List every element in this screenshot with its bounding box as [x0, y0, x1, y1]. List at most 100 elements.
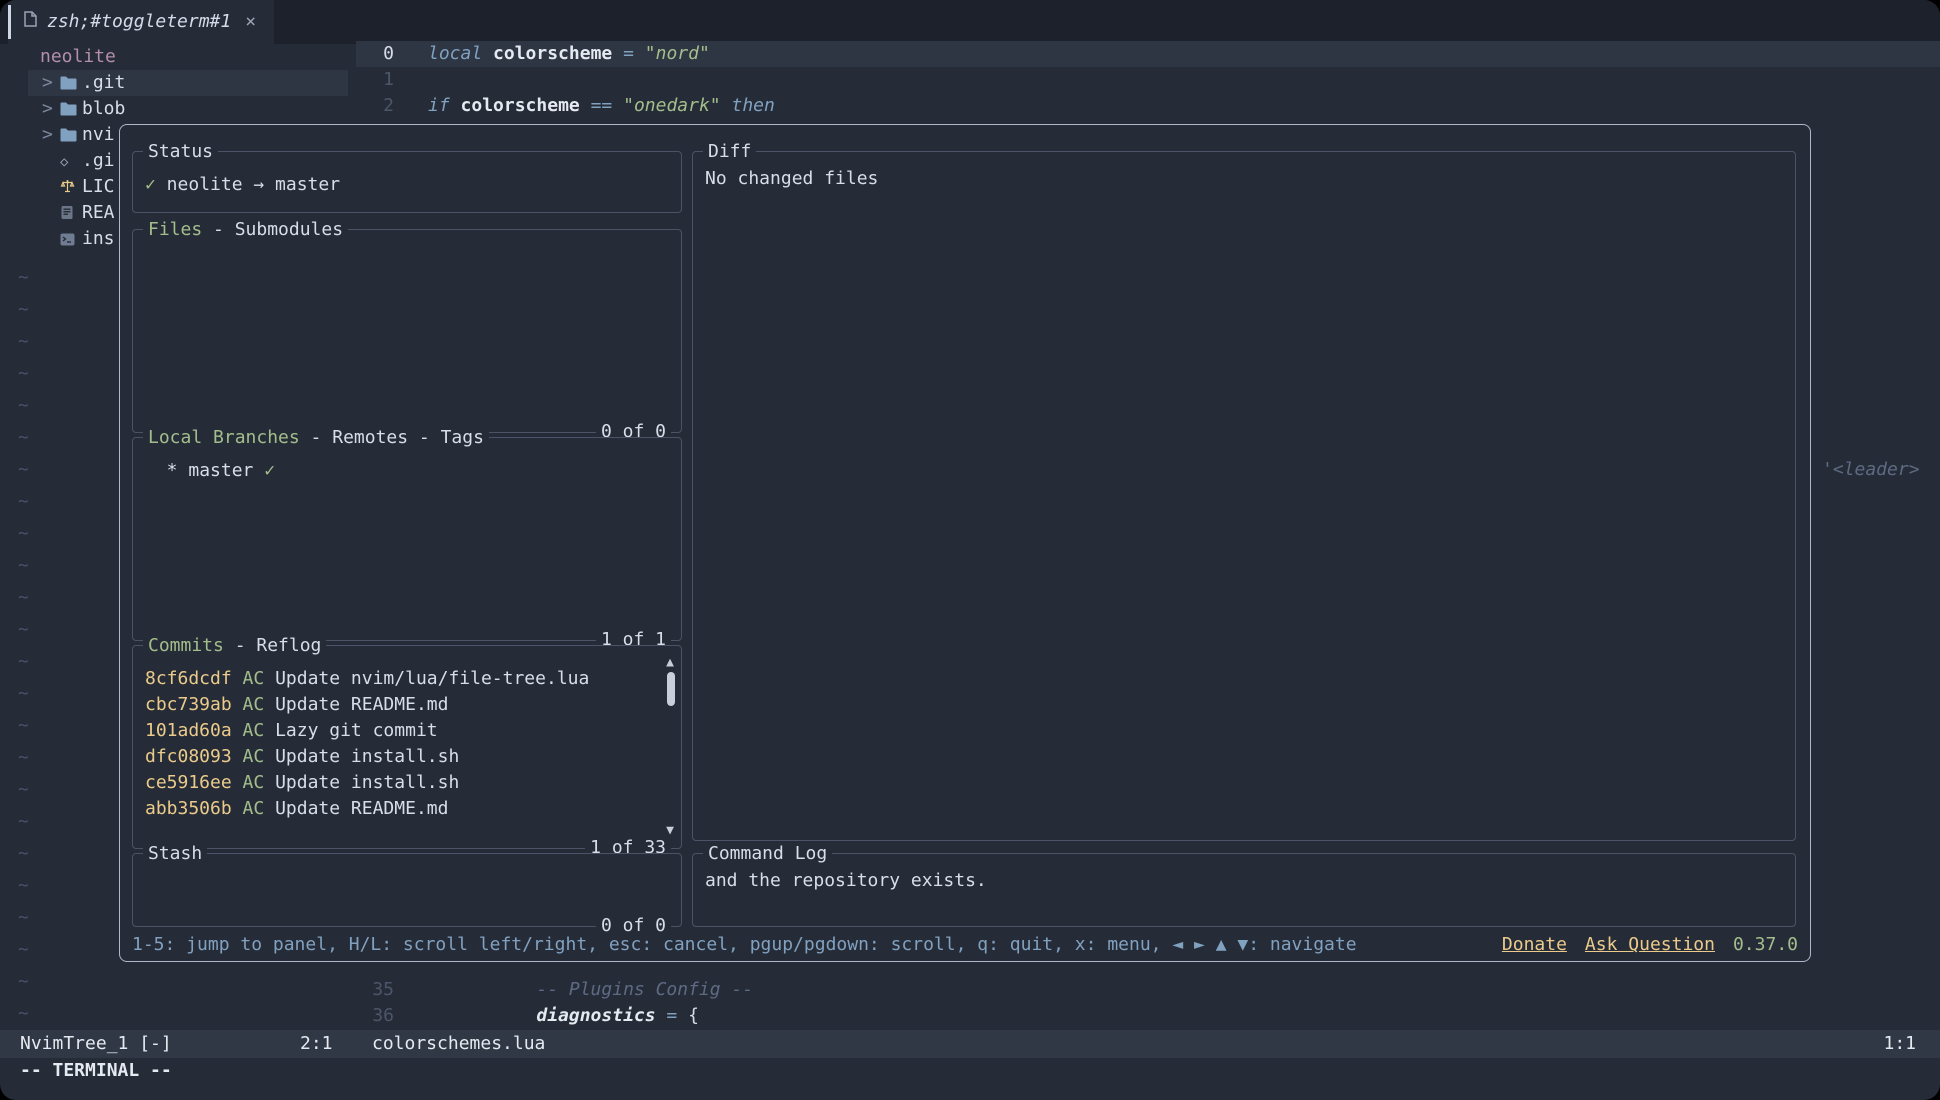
statusline-buffer-name: NvimTree_1 [-]: [20, 1030, 172, 1058]
empty-line-tilde: ~: [18, 582, 29, 614]
commits-panel[interactable]: Commits - Reflog 1 of 33 8cf6dcdf AC Upd…: [132, 645, 682, 849]
status-text: neolite → master: [156, 174, 340, 195]
commit-author: AC: [232, 694, 275, 715]
empty-line-tilde: ~: [18, 902, 29, 934]
ask-question-link[interactable]: Ask Question: [1585, 932, 1715, 958]
commit-author: AC: [232, 772, 275, 793]
editor-bottom-lines: 35 -- Plugins Config --36 diagnostics = …: [362, 977, 1940, 1029]
close-icon[interactable]: ×: [245, 9, 256, 35]
tabline: zsh;#toggleterm#1 ×: [0, 0, 1940, 44]
commit-hash: cbc739ab: [145, 694, 232, 715]
tree-item-blob[interactable]: >blob: [28, 96, 360, 122]
editor-line: 35 -- Plugins Config --: [362, 977, 1940, 1003]
check-icon: ✓: [145, 174, 156, 195]
empty-line-tilde: ~: [18, 806, 29, 838]
tree-item-label: LIC: [82, 174, 115, 200]
empty-line-tilde: ~: [18, 390, 29, 422]
tree-item-label: blob: [82, 96, 125, 122]
stash-panel[interactable]: Stash 0 of 0: [132, 853, 682, 927]
commit-hash: ce5916ee: [145, 772, 232, 793]
status-row: ✓ neolite → master: [145, 172, 655, 198]
commit-hash: 101ad60a: [145, 720, 232, 741]
tab-active-indicator: [8, 5, 11, 39]
commit-message: Lazy git commit: [275, 720, 438, 741]
license-icon: [60, 174, 82, 200]
keybinds-help: 1-5: jump to panel, H/L: scroll left/rig…: [132, 932, 1357, 958]
terminal-tab[interactable]: zsh;#toggleterm#1 ×: [8, 0, 274, 44]
scrollbar-thumb[interactable]: [667, 672, 675, 706]
mode-indicator: -- TERMINAL --: [20, 1058, 172, 1084]
commit-message: Update nvim/lua/file-tree.lua: [275, 668, 589, 689]
chevron-right-icon: >: [42, 70, 60, 96]
commit-message: Update README.md: [275, 798, 448, 819]
readme-icon: [60, 200, 82, 226]
empty-line-tilde: ~: [18, 774, 29, 806]
commit-message: Update install.sh: [275, 746, 459, 767]
tree-item-.git[interactable]: > .git: [28, 70, 348, 96]
empty-line-tilde: ~: [18, 838, 29, 870]
branches-panel[interactable]: Local Branches - Remotes - Tags 1 of 1 *…: [132, 437, 682, 641]
commits-panel-tabs: - Reflog: [224, 635, 322, 656]
commit-row[interactable]: 101ad60a AC Lazy git commit: [145, 718, 655, 744]
diff-panel[interactable]: Diff No changed files: [692, 151, 1796, 841]
commit-hash: 8cf6dcdf: [145, 668, 232, 689]
commit-author: AC: [232, 746, 275, 767]
tree-item-label: nvi: [82, 122, 115, 148]
editor-line: 0local colorscheme = "nord": [362, 41, 1940, 67]
editor-top-lines: 0local colorscheme = "nord"12if colorsch…: [362, 41, 1940, 119]
commit-row[interactable]: cbc739ab AC Update README.md: [145, 692, 655, 718]
command-log-title: Command Log: [708, 843, 827, 864]
stash-panel-title: Stash: [148, 843, 202, 864]
branch-star: *: [145, 460, 188, 481]
commit-author: AC: [232, 798, 275, 819]
empty-line-tilde: ~: [18, 422, 29, 454]
folder-icon: [60, 122, 82, 148]
empty-line-tilde: ~: [18, 678, 29, 710]
empty-line-tilde: ~: [18, 966, 29, 998]
commit-row[interactable]: abb3506b AC Update README.md: [145, 796, 655, 822]
code-text: diagnostics = {: [428, 1003, 699, 1029]
files-panel[interactable]: Files - Submodules 0 of 0: [132, 229, 682, 433]
empty-line-tilde: ~: [18, 710, 29, 742]
code-text: local colorscheme = "nord": [428, 41, 710, 67]
line-number: 36: [362, 1003, 394, 1029]
commit-author: AC: [232, 720, 275, 741]
branches-panel-title: Local Branches: [148, 427, 300, 448]
line-number: 2: [362, 93, 394, 119]
donate-link[interactable]: Donate: [1502, 932, 1567, 958]
empty-line-tilde: ~: [18, 646, 29, 678]
empty-line-tilde: ~: [18, 614, 29, 646]
folder-icon: [60, 96, 82, 122]
empty-line-tilde: ~: [18, 262, 29, 294]
commit-row[interactable]: dfc08093 AC Update install.sh: [145, 744, 655, 770]
scroll-down-icon[interactable]: ▼: [666, 818, 674, 844]
editor-line: 2if colorscheme == "onedark" then: [362, 93, 1940, 119]
files-panel-tabs: - Submodules: [202, 219, 343, 240]
commit-message: Update README.md: [275, 694, 448, 715]
files-panel-title: Files: [148, 219, 202, 240]
commit-author: AC: [232, 668, 275, 689]
branch-name: master: [188, 460, 264, 481]
diamond-icon: ◇: [60, 148, 82, 175]
commit-row[interactable]: ce5916ee AC Update install.sh: [145, 770, 655, 796]
commit-message: Update install.sh: [275, 772, 459, 793]
status-panel[interactable]: Status ✓ neolite → master: [132, 151, 682, 213]
tree-item-label: .git: [82, 70, 125, 96]
diff-content: No changed files: [705, 166, 1769, 192]
line-number: 35: [362, 977, 394, 1003]
statusline-file-name: colorschemes.lua: [372, 1030, 545, 1058]
empty-line-tilde: ~: [18, 486, 29, 518]
branch-row[interactable]: * master ✓: [145, 458, 655, 484]
check-icon: ✓: [264, 460, 275, 481]
commits-panel-title: Commits: [148, 635, 224, 656]
command-log-panel[interactable]: Command Log and the repository exists.: [692, 853, 1796, 927]
lazygit-floating-window: Status ✓ neolite → master Files - Submod…: [119, 124, 1811, 962]
tree-item-label: REA: [82, 200, 115, 226]
leader-key-hint: '<leader>: [1822, 457, 1920, 483]
commit-hash: dfc08093: [145, 746, 232, 767]
empty-line-tilde: ~: [18, 518, 29, 550]
install-icon: [60, 226, 82, 252]
commit-row[interactable]: 8cf6dcdf AC Update nvim/lua/file-tree.lu…: [145, 666, 655, 692]
commit-hash: abb3506b: [145, 798, 232, 819]
status-panel-title: Status: [148, 141, 213, 162]
